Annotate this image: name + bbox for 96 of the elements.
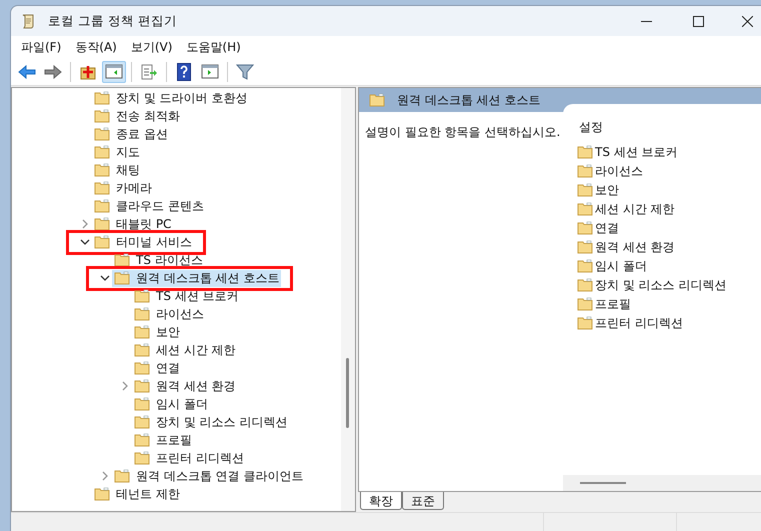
folder-icon: [94, 145, 110, 159]
filter-icon: [236, 62, 254, 80]
chevron-right-icon[interactable]: [100, 471, 110, 481]
folder-icon: [134, 361, 150, 375]
folder-icon: [577, 278, 593, 292]
settings-item[interactable]: TS 세션 브로커: [577, 142, 761, 161]
help-icon: [177, 62, 191, 80]
settings-item[interactable]: 장치 및 리소스 리디렉션: [577, 275, 761, 294]
scroll-icon: [20, 13, 36, 29]
settings-item[interactable]: 라이선스: [577, 161, 761, 180]
settings-item[interactable]: 임시 폴더: [577, 256, 761, 275]
folder-icon: [94, 181, 110, 195]
settings-item[interactable]: 원격 세션 환경: [577, 237, 761, 256]
window-title: 로컬 그룹 정책 편집기: [48, 12, 177, 30]
folder-icon: [134, 433, 150, 447]
menu-item[interactable]: 보기(V): [124, 37, 178, 57]
folder-icon: [134, 325, 150, 339]
folder-icon: [577, 240, 593, 254]
folder-icon: [134, 451, 150, 465]
folder-icon: [94, 127, 110, 141]
chevron-down-icon[interactable]: [80, 237, 90, 247]
close-icon: [742, 16, 752, 26]
tree-item[interactable]: 세션 시간 제한: [132, 342, 238, 358]
tree-item[interactable]: TS 라이선스: [112, 252, 205, 268]
details-title: 원격 데스크톱 세션 호스트: [397, 92, 540, 109]
forward-arrow-icon: [44, 64, 62, 78]
folder-icon: [94, 217, 110, 231]
chevron-down-icon[interactable]: [100, 273, 110, 283]
folder-icon: [94, 199, 110, 213]
folder-icon: [577, 316, 593, 330]
tree-item[interactable]: 프로필: [132, 432, 194, 448]
folder-icon: [134, 415, 150, 429]
tree-item[interactable]: 프린터 리디렉션: [132, 450, 246, 466]
tree-item[interactable]: 전송 최적화: [92, 108, 182, 124]
tree-item[interactable]: 원격 데스크톱 연결 클라이언트: [112, 468, 306, 484]
folder-icon: [114, 271, 130, 285]
toolbar-button[interactable]: [102, 60, 126, 82]
settings-item[interactable]: 프로필: [577, 294, 761, 313]
pane-icon: [105, 64, 123, 79]
folder-icon: [94, 91, 110, 105]
menu-item[interactable]: 도움말(H): [180, 37, 247, 57]
view-tab[interactable]: 확장: [360, 492, 402, 510]
tree-item[interactable]: 원격 세션 환경: [132, 378, 238, 394]
settings-item[interactable]: 프린터 리디렉션: [577, 313, 761, 332]
folder-icon: [577, 144, 593, 158]
folder-icon: [94, 487, 110, 501]
maximize-icon: [692, 16, 704, 26]
tree-item[interactable]: 테넌트 제한: [92, 486, 182, 502]
folder-icon: [134, 307, 150, 321]
tree-item[interactable]: 장치 및 리소스 리디렉션: [132, 414, 290, 430]
folder-icon: [134, 379, 150, 393]
view-tab[interactable]: 표준: [402, 492, 444, 510]
tree-item[interactable]: 지도: [92, 144, 142, 160]
menu-item[interactable]: 동작(A): [69, 37, 123, 57]
tree-item[interactable]: 채팅: [92, 162, 142, 178]
horizontal-scrollbar[interactable]: [563, 475, 761, 491]
back-arrow-icon: [18, 64, 36, 78]
folder-icon: [94, 163, 110, 177]
folder-icon: [114, 253, 130, 267]
tree-item[interactable]: 보안: [132, 324, 182, 340]
tree-item[interactable]: 원격 데스크톱 세션 호스트: [112, 270, 282, 286]
export-list-icon: [140, 64, 158, 80]
folder-icon: [134, 343, 150, 357]
menu-item[interactable]: 파일(F): [15, 37, 68, 57]
folder-icon: [114, 469, 130, 483]
tree-item[interactable]: TS 세션 브로커: [132, 288, 241, 304]
tree-item[interactable]: 카메라: [92, 180, 154, 196]
settings-item[interactable]: 세션 시간 제한: [577, 199, 761, 218]
folder-icon: [94, 235, 110, 249]
folder-plus-icon: [80, 64, 96, 80]
folder-icon: [94, 109, 110, 123]
description-text: 설명이 필요한 항목을 선택하십시오.: [365, 125, 560, 139]
tree-item[interactable]: 클라우드 콘텐츠: [92, 198, 206, 214]
tree-item[interactable]: 태블릿 PC: [92, 216, 174, 232]
vertical-scrollbar[interactable]: [341, 88, 355, 511]
folder-icon: [577, 220, 593, 234]
settings-item[interactable]: 보안: [577, 180, 761, 199]
settings-item[interactable]: 연결: [577, 218, 761, 237]
folder-icon: [577, 182, 593, 196]
window-pane-icon: [201, 64, 219, 79]
chevron-right-icon[interactable]: [80, 219, 90, 229]
folder-icon: [577, 296, 593, 310]
tree-item[interactable]: 연결: [132, 360, 182, 376]
folder-icon: [577, 202, 593, 216]
folder-icon: [134, 289, 150, 303]
tree-item[interactable]: 라이선스: [132, 306, 206, 322]
tree-item[interactable]: 임시 폴더: [132, 396, 210, 412]
folder-icon: [369, 93, 385, 107]
tree-item[interactable]: 종료 옵션: [92, 126, 170, 142]
tree-item[interactable]: 장치 및 드라이버 호환성: [92, 90, 250, 106]
folder-icon: [577, 258, 593, 272]
column-header: 설정: [579, 119, 604, 136]
tree-item[interactable]: 터미널 서비스: [92, 234, 194, 250]
folder-icon: [134, 397, 150, 411]
chevron-right-icon[interactable]: [120, 381, 130, 391]
folder-icon: [577, 164, 593, 178]
